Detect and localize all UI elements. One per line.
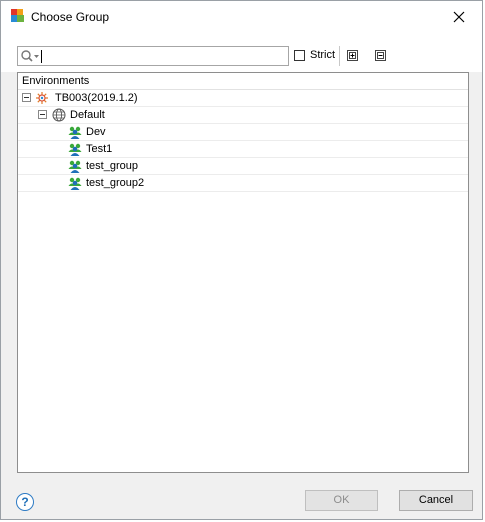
tree-row-group[interactable]: test_group (18, 158, 468, 175)
search-icon[interactable] (20, 49, 42, 63)
user-group-icon (68, 160, 82, 173)
collapse-toggle-icon[interactable] (38, 110, 47, 119)
environment-icon (36, 92, 48, 104)
tree-header-label: Environments (22, 75, 90, 87)
user-group-icon (68, 143, 82, 156)
environment-tree: Environments TB003(2019.1.2) Default Dev… (17, 72, 469, 473)
tree-row-environment[interactable]: TB003(2019.1.2) (18, 90, 468, 107)
group-label: test_group (86, 160, 138, 172)
app-logo-icon (11, 9, 24, 22)
user-group-icon (68, 126, 82, 139)
tree-row-domain[interactable]: Default (18, 107, 468, 124)
search-field[interactable] (17, 46, 289, 66)
group-label: test_group2 (86, 177, 145, 189)
close-icon (453, 11, 465, 22)
cancel-button[interactable]: Cancel (399, 490, 473, 511)
environment-label: TB003(2019.1.2) (55, 92, 138, 104)
collapse-all-icon[interactable] (375, 50, 386, 61)
toolbar-separator (339, 46, 340, 66)
globe-icon (52, 108, 66, 122)
strict-label[interactable]: Strict (310, 49, 335, 61)
group-label: Dev (86, 126, 106, 138)
search-input[interactable] (44, 48, 284, 64)
choose-group-dialog: Choose Group Strict Environments TB003(2… (0, 0, 483, 520)
text-caret (41, 50, 42, 63)
user-group-icon (68, 177, 82, 190)
help-icon[interactable]: ? (16, 493, 34, 511)
dialog-footer: ? OK Cancel (1, 473, 482, 521)
strict-checkbox[interactable] (294, 50, 305, 61)
group-label: Test1 (86, 143, 113, 155)
dialog-title: Choose Group (31, 10, 110, 24)
tree-row-group[interactable]: Test1 (18, 141, 468, 158)
tree-header: Environments (18, 73, 468, 90)
tree-row-group[interactable]: Dev (18, 124, 468, 141)
title-bar: Choose Group (1, 1, 482, 32)
expand-all-icon[interactable] (347, 50, 358, 61)
toolbar: Strict (1, 32, 482, 72)
domain-label: Default (70, 109, 105, 121)
tree-row-group[interactable]: test_group2 (18, 175, 468, 192)
collapse-toggle-icon[interactable] (22, 93, 31, 102)
ok-button[interactable]: OK (305, 490, 378, 511)
close-button[interactable] (436, 1, 482, 32)
